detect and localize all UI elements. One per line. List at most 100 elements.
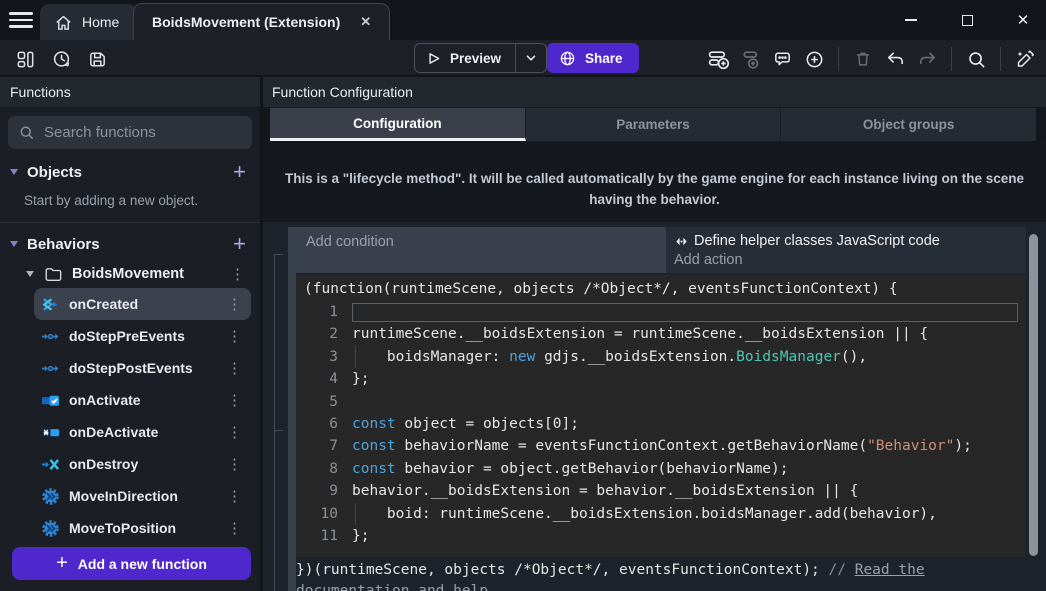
- tab-label: BoidsMovement (Extension): [152, 14, 340, 30]
- code-token: };: [352, 371, 369, 387]
- preview-button[interactable]: Preview: [414, 43, 547, 73]
- function-item-ondeactivate[interactable]: onDeActivate ⋮: [34, 416, 251, 448]
- add-new-function-button[interactable]: + Add a new function: [12, 547, 251, 580]
- close-window-button[interactable]: ✕: [1010, 7, 1036, 33]
- add-condition-button[interactable]: Add condition: [306, 234, 656, 250]
- conditions-column[interactable]: Add condition: [296, 227, 666, 273]
- kebab-menu-icon[interactable]: ⋮: [222, 455, 247, 473]
- code-line[interactable]: 8const behavior = object.getBehavior(beh…: [304, 458, 1018, 480]
- behavior-folder-boidsmovement[interactable]: BoidsMovement ⋮: [0, 259, 260, 288]
- preview-dropdown-button[interactable]: [515, 44, 546, 72]
- kebab-menu-icon[interactable]: ⋮: [225, 265, 250, 283]
- step-icon: [41, 327, 60, 346]
- configuration-tabs: Configuration Parameters Object groups: [270, 108, 1036, 141]
- destroy-icon: [41, 455, 60, 474]
- code-line[interactable]: 10 boid: runtimeScene.__boidsExtension.b…: [304, 503, 1018, 525]
- history-icon[interactable]: [48, 46, 74, 72]
- code-token: gdjs.__boidsExtension.: [535, 349, 736, 365]
- panel-title: Function Configuration: [263, 77, 1046, 108]
- maximize-button[interactable]: [954, 7, 980, 33]
- code-token: "Behavior": [867, 438, 954, 454]
- undo-icon[interactable]: [882, 46, 908, 72]
- add-behavior-button[interactable]: +: [229, 234, 250, 254]
- toolbar-separator: [1000, 47, 1001, 71]
- function-item-dosteppreevents[interactable]: doStepPreEvents ⋮: [34, 320, 251, 352]
- code-line[interactable]: 6const object = objects[0];: [304, 413, 1018, 435]
- add-subevent-icon[interactable]: [737, 46, 763, 72]
- kebab-menu-icon[interactable]: ⋮: [222, 487, 247, 505]
- kebab-menu-icon[interactable]: ⋮: [222, 327, 247, 345]
- kebab-menu-icon[interactable]: ⋮: [222, 519, 247, 537]
- divider: [0, 222, 260, 223]
- function-item-dosteppostevents[interactable]: doStepPostEvents ⋮: [34, 352, 251, 384]
- code-line[interactable]: 5: [304, 391, 1018, 413]
- tab-parameters[interactable]: Parameters: [526, 108, 782, 141]
- kebab-menu-icon[interactable]: ⋮: [222, 359, 247, 377]
- spawn-icon: [41, 295, 60, 314]
- code-token: new: [509, 349, 535, 365]
- code-line[interactable]: 7const behaviorName = eventsFunctionCont…: [304, 435, 1018, 457]
- function-item-oncreated[interactable]: onCreated ⋮: [34, 288, 251, 320]
- code-line[interactable]: 4};: [304, 368, 1018, 390]
- function-item-movetoposition[interactable]: MoveToPosition ⋮: [34, 512, 251, 544]
- sidebar-title: Functions: [0, 77, 260, 108]
- kebab-menu-icon[interactable]: ⋮: [222, 391, 247, 409]
- menu-icon[interactable]: [9, 9, 33, 31]
- search-functions-box[interactable]: [8, 116, 252, 149]
- search-icon[interactable]: [963, 46, 989, 72]
- code-line[interactable]: 3 boidsManager: new gdjs.__boidsExtensio…: [304, 346, 1018, 368]
- add-other-event-icon[interactable]: [801, 46, 827, 72]
- add-action-button[interactable]: Add action: [674, 252, 1018, 272]
- line-number: 10: [304, 503, 338, 525]
- vertical-scrollbar[interactable]: [1029, 234, 1038, 556]
- js-event-title[interactable]: Define helper classes JavaScript code: [674, 230, 1018, 252]
- js-code-editor[interactable]: (function(runtimeScene, objects /*Object…: [296, 275, 1026, 557]
- add-event-icon[interactable]: [705, 46, 731, 72]
- section-label: Objects: [27, 164, 220, 181]
- kebab-menu-icon[interactable]: ⋮: [222, 423, 247, 441]
- tab-object-groups[interactable]: Object groups: [781, 108, 1036, 141]
- add-comment-icon[interactable]: [769, 46, 795, 72]
- function-item-moveindirection[interactable]: MoveInDirection ⋮: [34, 480, 251, 512]
- redo-icon[interactable]: [914, 46, 940, 72]
- save-icon[interactable]: [84, 46, 110, 72]
- tab-extension[interactable]: BoidsMovement (Extension) ✕: [133, 3, 390, 40]
- code-line[interactable]: 11};: [304, 525, 1018, 547]
- objects-empty-hint: Start by adding a new object.: [0, 187, 260, 220]
- code-line[interactable]: 2runtimeScene.__boidsExtension = runtime…: [304, 323, 1018, 345]
- function-label: doStepPreEvents: [69, 328, 213, 344]
- code-token: const: [352, 416, 396, 432]
- event-drag-handle[interactable]: [288, 227, 296, 591]
- tab-configuration[interactable]: Configuration: [270, 108, 526, 141]
- code-token: BoidsManager: [736, 349, 841, 365]
- tab-home[interactable]: Home: [40, 4, 137, 40]
- sidebar-section-behaviors[interactable]: Behaviors +: [0, 229, 260, 259]
- function-item-ondestroy[interactable]: onDestroy ⋮: [34, 448, 251, 480]
- delete-icon[interactable]: [850, 46, 876, 72]
- minimize-button[interactable]: [898, 7, 924, 33]
- sidebar-section-objects[interactable]: Objects +: [0, 157, 260, 187]
- close-icon[interactable]: ✕: [356, 12, 375, 32]
- edit-extension-icon[interactable]: [1012, 46, 1038, 72]
- function-label: MoveInDirection: [69, 488, 213, 504]
- line-number: 5: [304, 391, 338, 413]
- function-item-onactivate[interactable]: onActivate ⋮: [34, 384, 251, 416]
- description-text: This is a "lifecycle method". It will be…: [279, 168, 1031, 210]
- kebab-menu-icon[interactable]: ⋮: [222, 295, 247, 313]
- chevron-down-icon: [10, 169, 18, 175]
- code-line[interactable]: 1: [304, 301, 1018, 323]
- search-functions-input[interactable]: [44, 124, 243, 141]
- function-label: onDestroy: [69, 456, 213, 472]
- folder-label: BoidsMovement: [72, 266, 215, 282]
- gdevelop-window: Home BoidsMovement (Extension) ✕ ✕: [0, 0, 1046, 591]
- project-manager-icon[interactable]: [12, 46, 38, 72]
- functions-sidebar: Functions Objects + Start by adding a ne…: [0, 77, 263, 591]
- active-line-cursor[interactable]: [352, 303, 1018, 322]
- toggle-on-icon: [41, 391, 60, 410]
- share-button[interactable]: Share: [547, 43, 639, 73]
- code-line[interactable]: 9behavior.__boidsExtension = behavior.__…: [304, 480, 1018, 502]
- js-code-icon: [674, 234, 689, 249]
- add-object-button[interactable]: +: [229, 162, 250, 182]
- preview-label: Preview: [450, 51, 501, 66]
- code-token: boidsManager:: [352, 349, 509, 365]
